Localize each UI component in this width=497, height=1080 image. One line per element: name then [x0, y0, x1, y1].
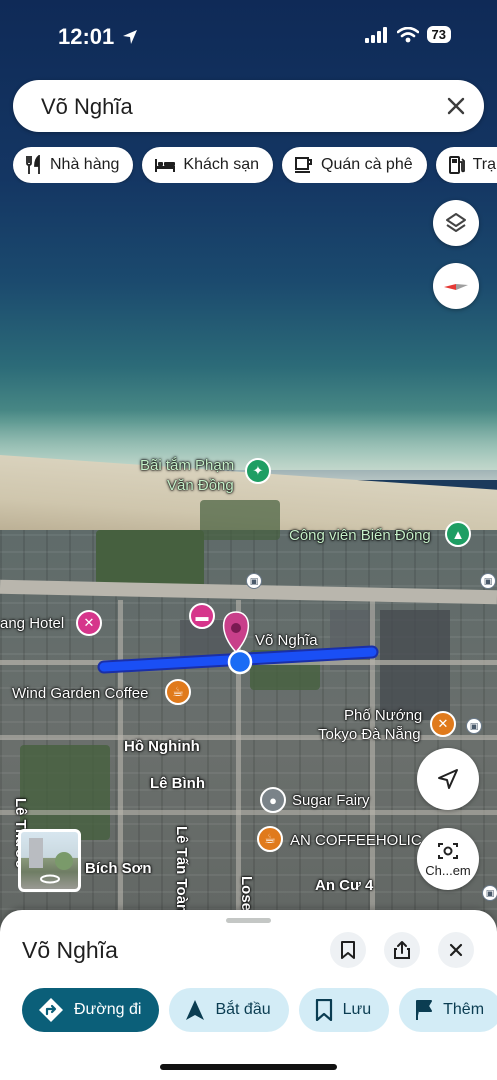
category-chips: Nhà hàng Khách sạn Quán cà phê Trạm — [13, 147, 497, 183]
save-label: Lưu — [342, 1001, 372, 1018]
beach-pin-icon[interactable]: ✦ — [245, 458, 271, 484]
chip-label: Quán cà phê — [321, 156, 413, 173]
bus-stop-icon[interactable]: ▣ — [466, 718, 482, 734]
bus-stop-icon[interactable]: ▣ — [246, 573, 262, 589]
share-button[interactable] — [384, 932, 420, 968]
navigation-arrow-icon — [438, 769, 458, 789]
tree-shape — [55, 852, 73, 870]
search-bar[interactable]: Võ Nghĩa — [13, 80, 484, 132]
bookmark-icon — [341, 941, 355, 959]
add-button[interactable]: Thêm — [399, 988, 497, 1032]
place-title: Võ Nghĩa — [22, 937, 118, 963]
directions-label: Đường đi — [74, 1001, 142, 1018]
battery-indicator: 73 — [426, 26, 451, 43]
coffee-pin-icon[interactable]: ☕ — [165, 679, 191, 705]
bus-stop-icon[interactable]: ▣ — [482, 885, 497, 901]
map-label-an-coffeeholic[interactable]: AN COFFEEHOLIC — [290, 832, 422, 850]
chip-coffee[interactable]: Quán cà phê — [282, 147, 427, 183]
compass-button[interactable] — [433, 263, 479, 309]
close-sheet-button[interactable] — [438, 932, 474, 968]
drag-handle[interactable] — [226, 918, 271, 923]
map-label-road: Lose — [238, 876, 255, 912]
chip-label: Nhà hàng — [50, 156, 120, 173]
chip-label: Trạm — [472, 156, 497, 173]
map-label-beach[interactable]: Văn Đồng — [167, 477, 234, 495]
my-location-button[interactable] — [417, 748, 479, 810]
map-label-park[interactable]: Công viên Biển Đông — [289, 527, 431, 545]
map-label-road: Hồ Nghinh — [124, 738, 200, 755]
map-label-road: Lê Bình — [150, 775, 205, 792]
hotel-pin-icon[interactable]: ▬ — [189, 603, 215, 629]
chip-hotels[interactable]: Khách sạn — [142, 147, 273, 183]
search-query[interactable]: Võ Nghĩa — [41, 94, 133, 120]
map-label-road: Lê Tấn Toàn — [173, 826, 190, 914]
share-icon — [394, 941, 410, 959]
street-view-icon — [40, 874, 60, 884]
location-arrow-icon — [123, 30, 138, 44]
place-bottom-sheet[interactable]: Võ Nghĩa Đường đi Bắt đầu Lưu Thêm — [0, 910, 497, 1080]
bus-stop-icon[interactable]: ▣ — [480, 573, 496, 589]
start-label: Bắt đầu — [215, 1001, 271, 1018]
fork-knife-icon — [26, 155, 40, 174]
chip-gas-station[interactable]: Trạm — [435, 147, 497, 183]
chip-restaurants[interactable]: Nhà hàng — [13, 147, 134, 183]
layers-button[interactable] — [433, 200, 479, 246]
start-button[interactable]: Bắt đầu — [169, 988, 289, 1032]
action-row: Đường đi Bắt đầu Lưu Thêm — [22, 988, 497, 1032]
lens-label: Ch...em — [425, 862, 471, 878]
map-label-road: An Cư 4 — [315, 877, 374, 894]
navigation-arrow-icon — [186, 1000, 205, 1020]
directions-icon — [39, 998, 63, 1022]
coffee-pin-icon[interactable]: ☕ — [257, 826, 283, 852]
status-bar: 12:01 73 — [0, 0, 497, 72]
status-time: 12:01 — [58, 24, 138, 50]
map-label-wind-garden[interactable]: Wind Garden Coffee — [12, 685, 148, 703]
directions-button[interactable]: Đường đi — [22, 988, 160, 1032]
restaurant-pin-icon[interactable]: ✕ — [430, 711, 456, 737]
map-label-grill[interactable]: Tokyo Đà Nẵng — [318, 726, 421, 744]
map-label-grill[interactable]: Phố Nướng — [344, 707, 422, 725]
status-icons: 73 — [364, 26, 451, 43]
chip-label: Khách sạn — [183, 156, 259, 173]
bed-icon — [155, 159, 176, 172]
compass-icon — [444, 284, 468, 290]
home-indicator[interactable] — [160, 1064, 337, 1070]
coffee-cup-icon — [295, 157, 312, 173]
add-label: Thêm — [443, 1001, 485, 1018]
save-button[interactable]: Lưu — [298, 988, 390, 1032]
flag-icon — [416, 1000, 433, 1020]
hotel-pin-icon[interactable]: ✕ — [76, 610, 102, 636]
close-icon — [449, 943, 463, 957]
street-view-thumbnail[interactable] — [18, 829, 81, 892]
gas-pump-icon — [448, 156, 465, 174]
building-shape — [29, 838, 43, 868]
map-label-hotel[interactable]: ang Hotel — [0, 615, 64, 633]
map-label-sugar-fairy[interactable]: Sugar Fairy — [292, 792, 370, 810]
camera-lens-icon — [438, 842, 458, 859]
bookmark-icon — [315, 999, 332, 1021]
map-label-street[interactable]: Võ Nghĩa — [255, 632, 318, 650]
save-place-button[interactable] — [330, 932, 366, 968]
park-pin-icon[interactable]: ▲ — [445, 521, 471, 547]
place-pin-icon[interactable]: ● — [260, 787, 286, 813]
close-icon[interactable] — [442, 92, 470, 120]
map-label-beach[interactable]: Bãi tắm Phạm — [140, 457, 234, 475]
signal-icon — [364, 26, 387, 43]
lens-button[interactable]: Ch...em — [417, 828, 479, 890]
layers-icon — [446, 213, 466, 232]
map-label-road: Bích Sơn — [85, 860, 152, 877]
wifi-icon — [396, 26, 419, 42]
